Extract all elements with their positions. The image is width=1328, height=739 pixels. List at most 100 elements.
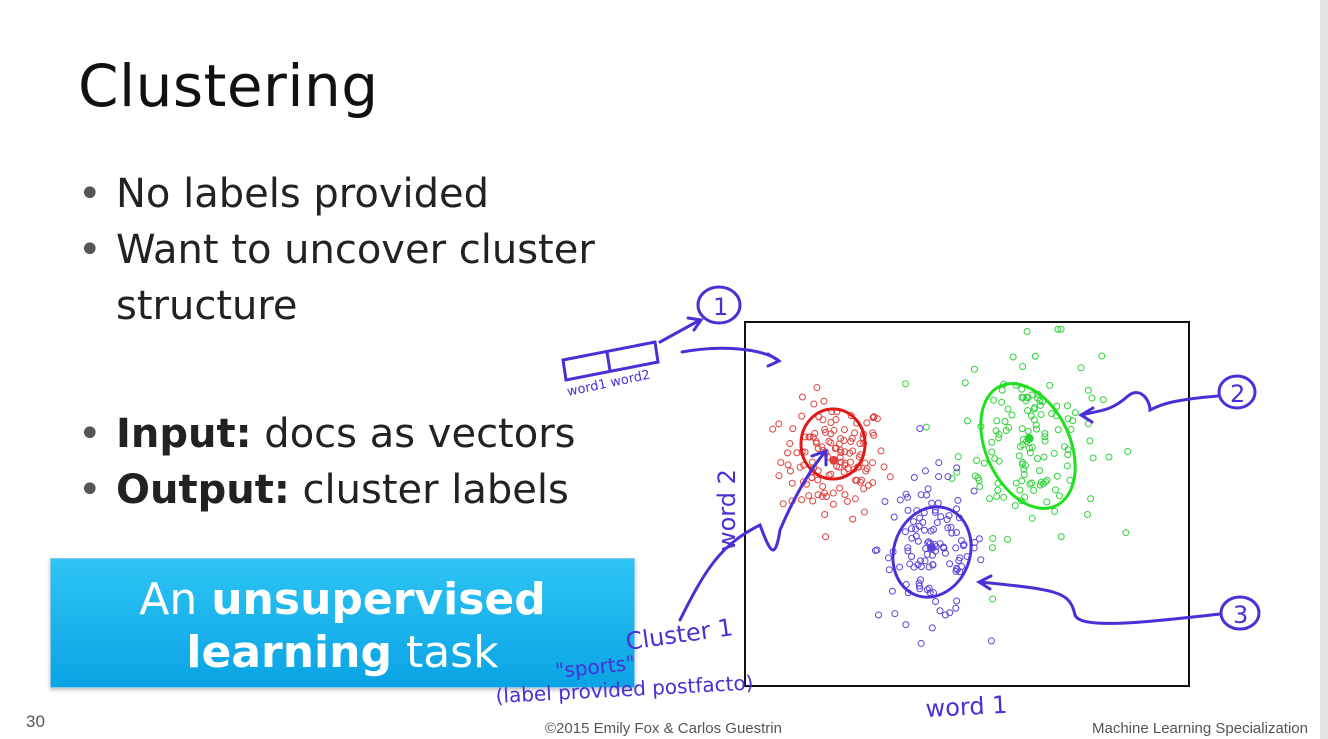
- data-point: [921, 526, 929, 534]
- data-point: [1122, 529, 1130, 537]
- data-point: [1098, 352, 1106, 360]
- data-point: [1089, 454, 1097, 462]
- data-point: [1001, 417, 1009, 425]
- data-point: [1015, 452, 1023, 460]
- data-point: [788, 479, 796, 487]
- data-point: [998, 398, 1006, 406]
- data-point: [952, 544, 960, 552]
- data-point: [973, 457, 981, 465]
- data-point: [1037, 410, 1045, 418]
- data-point: [946, 560, 954, 568]
- data-point: [829, 489, 837, 497]
- data-point: [921, 557, 929, 565]
- data-point: [985, 495, 993, 503]
- data-point: [819, 483, 827, 491]
- data-point: [1053, 472, 1061, 480]
- data-point: [809, 497, 817, 505]
- data-point: [1043, 498, 1051, 506]
- label-note: (label provided postfacto): [495, 671, 754, 708]
- data-point: [976, 483, 984, 491]
- data-point: [1028, 514, 1036, 522]
- data-point: [1004, 405, 1012, 413]
- data-point: [821, 511, 829, 519]
- data-point: [1023, 328, 1031, 336]
- data-point: [953, 464, 961, 472]
- data-point: [1033, 454, 1041, 462]
- circle-1-label: 1: [713, 293, 728, 321]
- footer-course: Machine Learning Specialization: [1092, 720, 1308, 737]
- data-point: [820, 397, 828, 405]
- data-point: [784, 449, 792, 457]
- data-point: [1088, 394, 1096, 402]
- data-point: [1024, 407, 1032, 415]
- data-point: [904, 506, 912, 514]
- data-point: [910, 474, 918, 482]
- data-point: [1011, 502, 1019, 510]
- data-point: [827, 470, 835, 478]
- axis-y-label: word 2: [713, 469, 741, 551]
- data-point: [786, 467, 794, 475]
- data-point: [888, 587, 896, 595]
- data-point: [975, 535, 983, 543]
- data-point: [1084, 386, 1092, 394]
- data-point: [928, 624, 936, 632]
- data-point: [987, 637, 995, 645]
- data-point: [796, 463, 804, 471]
- data-point: [849, 515, 857, 523]
- data-point: [988, 438, 996, 446]
- data-point: [989, 595, 997, 603]
- data-point: [906, 560, 914, 568]
- data-point: [863, 419, 871, 427]
- cluster-center: [926, 543, 936, 553]
- data-point: [1018, 425, 1026, 433]
- data-point: [1016, 486, 1024, 494]
- data-point: [954, 453, 962, 461]
- axis-x-label: word 1: [925, 691, 1008, 723]
- data-point: [798, 496, 806, 504]
- arrow-to-point: [680, 346, 783, 368]
- data-point: [993, 492, 1001, 500]
- data-point: [1009, 353, 1017, 361]
- data-point: [769, 425, 777, 433]
- data-point: [994, 486, 1002, 494]
- data-point: [1008, 411, 1016, 419]
- data-point: [798, 393, 806, 401]
- data-point: [970, 487, 978, 495]
- data-point: [884, 554, 892, 562]
- data-point: [886, 473, 894, 481]
- data-point: [1064, 402, 1072, 410]
- data-point: [1051, 486, 1059, 494]
- data-point: [841, 491, 849, 499]
- data-point: [819, 416, 827, 424]
- data-point: [851, 495, 859, 503]
- data-point: [1021, 493, 1029, 501]
- data-point: [1032, 421, 1040, 429]
- data-point: [1041, 437, 1049, 445]
- data-point: [1083, 510, 1091, 518]
- arrow-to-cluster-1: [678, 448, 828, 622]
- data-point: [914, 537, 922, 545]
- data-point: [935, 473, 943, 481]
- data-point: [868, 459, 876, 467]
- data-point: [810, 400, 818, 408]
- data-point: [775, 472, 783, 480]
- data-point: [1055, 492, 1063, 500]
- data-point: [954, 496, 962, 504]
- data-point: [825, 437, 833, 445]
- data-point: [896, 563, 904, 571]
- data-point: [1077, 364, 1085, 372]
- data-point: [988, 448, 996, 456]
- data-point: [784, 461, 792, 469]
- data-point: [896, 496, 904, 504]
- data-point: [775, 420, 783, 428]
- data-point: [779, 500, 787, 508]
- footer-copyright: ©2015 Emily Fox & Carlos Guestrin: [545, 720, 782, 737]
- data-point: [851, 429, 859, 437]
- data-point: [827, 439, 835, 447]
- data-point: [875, 611, 883, 619]
- data-point: [916, 424, 924, 432]
- data-point: [902, 621, 910, 629]
- data-point: [840, 426, 848, 434]
- data-point: [928, 499, 936, 507]
- data-point: [789, 425, 797, 433]
